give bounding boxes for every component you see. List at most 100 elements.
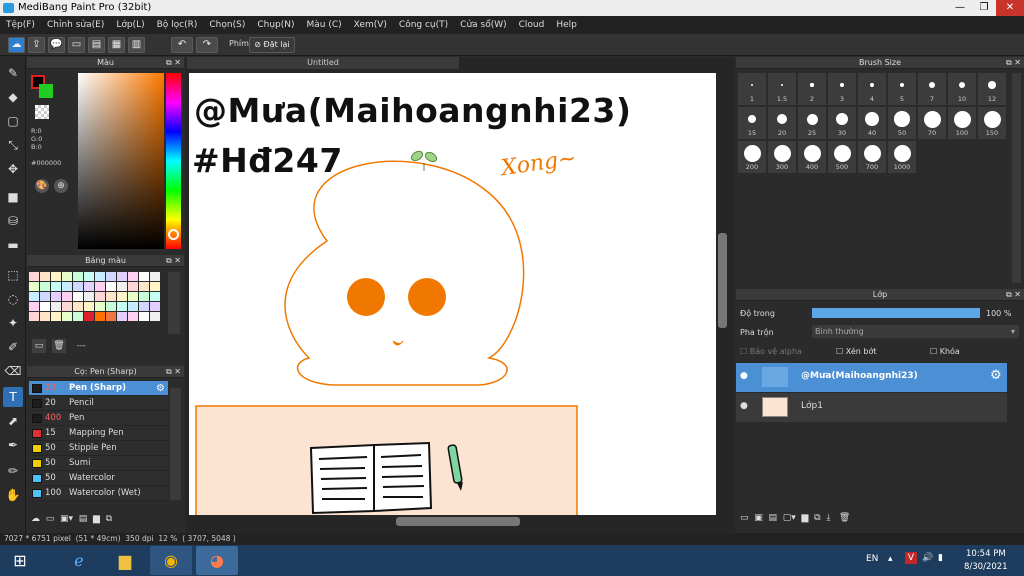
palette-swatch[interactable] <box>106 272 116 281</box>
brush-size-option[interactable]: 300 <box>768 141 796 173</box>
brush-size-option[interactable]: 20 <box>768 107 796 139</box>
select-eraser-icon[interactable]: ⌫ <box>3 361 23 381</box>
restore-button[interactable]: ❐ <box>972 0 996 16</box>
palette-swatches[interactable] <box>29 272 165 326</box>
palette-swatch[interactable] <box>29 272 39 281</box>
palette-swatch[interactable] <box>62 272 72 281</box>
close-button[interactable]: ✕ <box>996 0 1024 16</box>
dropper-tool-icon[interactable]: ✒ <box>3 435 23 455</box>
palette-swatch[interactable] <box>40 302 50 311</box>
palette-swatch[interactable] <box>29 312 39 321</box>
palette-swatch[interactable] <box>139 302 149 311</box>
canvas-tab[interactable]: Untitled <box>187 57 459 69</box>
operation-tool-icon[interactable]: ⬈ <box>3 411 23 431</box>
brush-size-option[interactable]: 200 <box>738 141 766 173</box>
palette-swatch[interactable] <box>51 272 61 281</box>
brush-item[interactable]: 100 Watercolor (Wet) <box>29 486 168 501</box>
palette-swatch[interactable] <box>150 282 160 291</box>
fill-rect-tool-icon[interactable]: ■ <box>3 187 23 207</box>
palette-swatch[interactable] <box>62 292 72 301</box>
palette-swatch[interactable] <box>117 292 127 301</box>
select-pen-icon[interactable]: ✐ <box>3 337 23 357</box>
palette-add-icon[interactable]: ⊕ <box>54 179 68 193</box>
palette-swatch[interactable] <box>95 302 105 311</box>
palette-swatch[interactable] <box>84 302 94 311</box>
start-button-icon[interactable]: ⊞ <box>2 546 38 575</box>
transparent-color-swatch[interactable] <box>35 105 49 119</box>
layer-row-selected[interactable]: ● @Mưa(Maihoangnhi23) ⚙ <box>736 363 1007 392</box>
menu-filter[interactable]: Bộ lọc(R) <box>151 16 204 34</box>
speaker-icon[interactable]: 🔊 <box>922 553 933 563</box>
brush-size-option[interactable]: 1 <box>738 73 766 105</box>
layer-folder-icon[interactable]: ▆ <box>802 513 809 523</box>
palette-swatch[interactable] <box>73 312 83 321</box>
file-explorer-icon[interactable]: ▆ <box>104 546 146 575</box>
brush-size-scrollbar[interactable] <box>1012 73 1021 283</box>
panel-buttons[interactable]: ⧉ ✕ <box>166 366 181 378</box>
palette-swatch[interactable] <box>106 292 116 301</box>
brush-item[interactable]: 20 Pen (Sharp) ⚙ <box>29 381 168 396</box>
brush-item[interactable]: 50 Watercolor <box>29 471 168 486</box>
palette-swatch[interactable] <box>128 312 138 321</box>
new-brush-icon[interactable]: ▭ <box>46 514 55 524</box>
text-tool-icon[interactable]: T <box>3 387 23 407</box>
brush-item[interactable]: 20 Pencil <box>29 396 168 411</box>
merge-layer-icon[interactable]: ⤓ <box>826 513 830 523</box>
magic-wand-icon[interactable]: ✦ <box>3 313 23 333</box>
grid-icon[interactable]: ▦ <box>108 37 125 53</box>
new-8bit-layer-icon[interactable]: ▤ <box>769 513 778 523</box>
palette-swatch[interactable] <box>106 312 116 321</box>
snap-reset-button[interactable]: ⊘ Đặt lại <box>249 37 295 53</box>
palette-swatch[interactable] <box>128 282 138 291</box>
clipping-checkbox[interactable]: ☐ Xén bớt <box>836 347 876 356</box>
antivirus-icon[interactable]: V <box>905 552 917 564</box>
delete-layer-icon[interactable]: 🗑 <box>839 513 850 523</box>
eraser-tool-icon[interactable]: ◆ <box>3 87 23 107</box>
canvas-horizontal-scrollbar[interactable] <box>396 517 520 526</box>
palette-swatch[interactable] <box>40 312 50 321</box>
brush-item[interactable]: 50 Sumi <box>29 456 168 471</box>
brush-size-option[interactable]: 1.5 <box>768 73 796 105</box>
palette-swatch[interactable] <box>73 282 83 291</box>
panel-buttons[interactable]: ⧉ ✕ <box>166 57 181 69</box>
panel-buttons[interactable]: ⧉ ✕ <box>166 255 181 267</box>
menu-help[interactable]: Help <box>550 16 583 34</box>
palette-swatch[interactable] <box>73 292 83 301</box>
brush-size-option[interactable]: 30 <box>828 107 856 139</box>
brush-scrollbar[interactable] <box>170 388 181 500</box>
brush-size-option[interactable]: 400 <box>798 141 826 173</box>
palette-swatch[interactable] <box>117 272 127 281</box>
palette-scrollbar[interactable] <box>168 272 180 334</box>
canvas-page[interactable]: @Mưa(Maihoangnhi23) #Hđ247 Xong~ <box>189 73 716 515</box>
language-indicator[interactable]: EN <box>866 554 878 564</box>
palette-swatch[interactable] <box>128 302 138 311</box>
blend-select[interactable]: Bình thường ▾ <box>812 325 1019 338</box>
brush-size-option[interactable]: 500 <box>828 141 856 173</box>
palette-swatch[interactable] <box>106 302 116 311</box>
brush-folder-icon[interactable]: ▆ <box>93 514 100 524</box>
gradient-tool-icon[interactable]: ▬ <box>3 235 23 255</box>
clock-date[interactable]: 8/30/2021 <box>964 562 1008 572</box>
eye-icon[interactable]: ● <box>740 371 748 381</box>
panel-buttons[interactable]: ⧉ ✕ <box>1006 57 1021 69</box>
add-layer-menu-icon[interactable]: ▢▾ <box>783 513 796 523</box>
brush-size-option[interactable]: 12 <box>978 73 1006 105</box>
network-icon[interactable]: ▮ <box>938 553 943 563</box>
brush-item[interactable]: 400 Pen <box>29 411 168 426</box>
palette-swatch[interactable] <box>40 272 50 281</box>
brush-size-option[interactable]: 1000 <box>888 141 916 173</box>
brush-size-option[interactable]: 50 <box>888 107 916 139</box>
hue-handle[interactable] <box>168 229 179 240</box>
menu-layer[interactable]: Lớp(L) <box>110 16 150 34</box>
palette-swatch[interactable] <box>150 312 160 321</box>
palette-swatch[interactable] <box>139 282 149 291</box>
brush-size-option[interactable]: 70 <box>918 107 946 139</box>
hand-tool-icon[interactable]: ✋ <box>3 485 23 505</box>
menu-tools[interactable]: Công cụ(T) <box>393 16 454 34</box>
hue-slider[interactable] <box>166 73 181 249</box>
palette-swatch[interactable] <box>128 272 138 281</box>
palette-swatch[interactable] <box>29 292 39 301</box>
menu-cloud[interactable]: Cloud <box>513 16 551 34</box>
redo-icon[interactable]: ↷ <box>196 37 218 53</box>
add-brush-icon[interactable]: ▣▾ <box>60 514 73 524</box>
